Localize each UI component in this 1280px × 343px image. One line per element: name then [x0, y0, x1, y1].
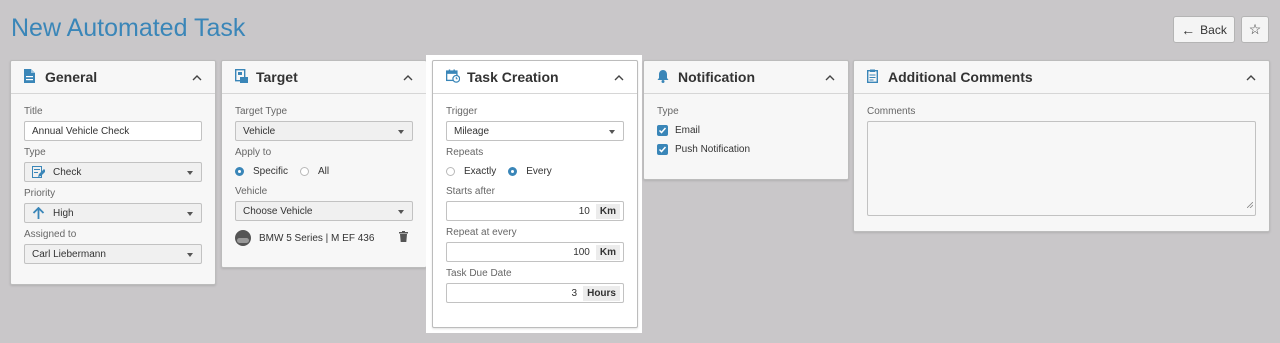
favorite-button[interactable]: ☆ [1241, 16, 1269, 43]
trigger-select[interactable]: Mileage [446, 121, 624, 141]
page-title: New Automated Task [11, 14, 246, 42]
type-label: Type [24, 147, 46, 158]
type-select[interactable]: Check [24, 162, 202, 182]
back-button[interactable]: ← Back [1173, 16, 1235, 43]
priority-value: High [53, 207, 74, 219]
vehicle-avatar [235, 230, 251, 246]
task-creation-header[interactable]: Task Creation [433, 61, 637, 94]
selected-vehicle-row: BMW 5 Series | M EF 436 [235, 230, 413, 246]
star-icon: ☆ [1248, 21, 1262, 37]
apply-label: Apply to [235, 147, 272, 158]
priority-select[interactable]: High [24, 203, 202, 223]
clipboard-icon [867, 69, 881, 85]
trigger-label: Trigger [446, 106, 478, 117]
vehicle-label: Vehicle [235, 186, 268, 197]
caret-down-icon [187, 212, 193, 216]
target-type-value: Vehicle [243, 125, 276, 137]
title-field[interactable]: Annual Vehicle Check [24, 121, 202, 141]
general-card: General Title Annual Vehicle Check Type … [10, 60, 216, 285]
notification-card: Notification Type Email Push Notificatio… [643, 60, 849, 180]
comments-label: Comments [867, 106, 916, 117]
repeats-exactly-radio[interactable] [446, 166, 455, 176]
comments-title: Additional Comments [888, 69, 1033, 85]
apply-specific-radio[interactable] [235, 166, 244, 176]
vehicle-select[interactable]: Choose Vehicle [235, 201, 413, 221]
trigger-value: Mileage [454, 125, 490, 137]
selected-vehicle-name: BMW 5 Series | M EF 436 [259, 232, 375, 244]
chevron-up-icon[interactable] [191, 71, 203, 83]
repeat-every-value: 100 [573, 246, 590, 258]
notification-header[interactable]: Notification [644, 61, 848, 94]
caret-down-icon [398, 130, 404, 134]
bell-icon [657, 69, 671, 85]
repeats-every-label: Every [526, 165, 552, 177]
notification-type-label: Type [657, 106, 679, 117]
chevron-up-icon[interactable] [1245, 71, 1257, 83]
due-date-label: Task Due Date [446, 268, 512, 279]
document-icon [24, 69, 38, 85]
trash-icon[interactable] [399, 231, 408, 245]
target-card: Target Target Type Vehicle Apply to Spec… [221, 60, 427, 268]
email-checkbox[interactable] [657, 125, 668, 136]
apply-all-radio[interactable] [300, 166, 310, 176]
target-header[interactable]: Target [222, 61, 426, 94]
arrow-left-icon: ← [1181, 21, 1196, 38]
due-date-unit: Hours [583, 285, 620, 301]
starts-after-value: 10 [578, 205, 590, 217]
apply-all-label: All [318, 165, 330, 177]
priority-label: Priority [24, 188, 56, 199]
comments-textarea[interactable] [867, 121, 1256, 216]
repeats-exactly-label: Exactly [464, 165, 497, 177]
assigned-select[interactable]: Carl Liebermann [24, 244, 202, 264]
calendar-clock-icon [446, 69, 460, 85]
assigned-value: Carl Liebermann [32, 248, 106, 260]
check-edit-icon [32, 166, 45, 178]
repeat-every-field[interactable]: 100 Km [446, 242, 624, 262]
starts-after-unit: Km [595, 203, 620, 219]
repeats-label: Repeats [446, 147, 484, 158]
caret-down-icon [187, 171, 193, 175]
comments-header[interactable]: Additional Comments [854, 61, 1269, 94]
resize-grip-icon[interactable] [1246, 195, 1254, 213]
starts-after-label: Starts after [446, 186, 495, 197]
starts-after-field[interactable]: 10 Km [446, 201, 624, 221]
repeats-every-radio[interactable] [508, 166, 518, 176]
push-checkbox[interactable] [657, 144, 668, 155]
target-title: Target [256, 69, 298, 85]
caret-down-icon [187, 253, 193, 257]
notification-title: Notification [678, 69, 755, 85]
target-type-label: Target Type [235, 106, 288, 117]
due-date-value: 3 [571, 287, 578, 299]
caret-down-icon [609, 130, 615, 134]
task-creation-title: Task Creation [467, 69, 559, 85]
general-title: General [45, 69, 98, 85]
push-label: Push Notification [675, 144, 751, 155]
due-date-field[interactable]: 3 Hours [446, 283, 624, 303]
title-label: Title [24, 106, 43, 117]
email-label: Email [675, 125, 701, 136]
push-option[interactable]: Push Notification [657, 140, 835, 159]
comments-card: Additional Comments Comments [853, 60, 1270, 232]
chevron-up-icon[interactable] [613, 71, 625, 83]
target-card-icon [235, 69, 249, 85]
repeat-every-label: Repeat at every [446, 227, 517, 238]
arrow-up-icon [32, 206, 45, 220]
chevron-up-icon[interactable] [824, 71, 836, 83]
repeat-every-unit: Km [595, 244, 620, 260]
caret-down-icon [398, 210, 404, 214]
type-value: Check [53, 166, 82, 178]
back-label: Back [1200, 22, 1227, 37]
target-type-select[interactable]: Vehicle [235, 121, 413, 141]
apply-specific-label: Specific [253, 165, 289, 177]
task-creation-card: Task Creation Trigger Mileage Repeats Ex… [432, 60, 638, 328]
assigned-label: Assigned to [24, 229, 77, 240]
vehicle-placeholder: Choose Vehicle [243, 205, 313, 217]
chevron-up-icon[interactable] [402, 71, 414, 83]
general-header[interactable]: General [11, 61, 215, 94]
email-option[interactable]: Email [657, 121, 835, 140]
